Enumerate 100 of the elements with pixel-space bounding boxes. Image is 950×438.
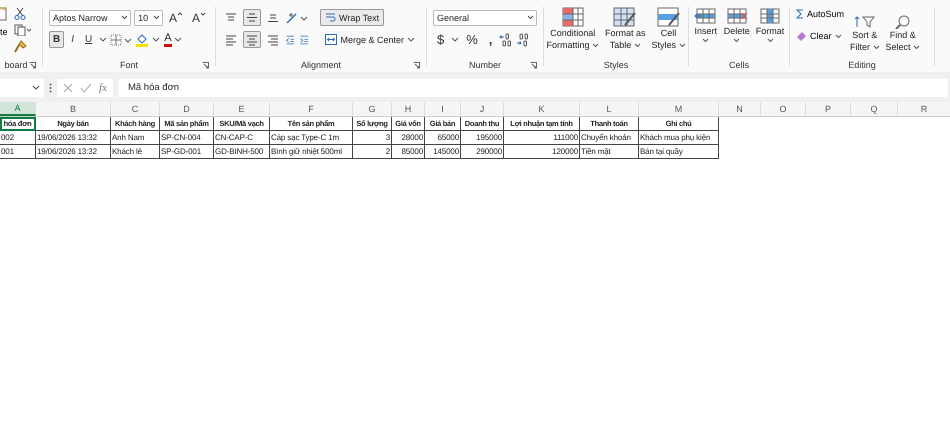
table-cell: SP-CN-004 xyxy=(160,131,214,145)
column-header[interactable]: N xyxy=(719,102,761,116)
caret-icon xyxy=(733,38,740,43)
caret-icon xyxy=(872,45,880,50)
group-label: Alignment xyxy=(300,60,342,70)
table-brush-icon xyxy=(613,7,638,27)
table-icon xyxy=(758,7,782,25)
insert-button[interactable]: Insert xyxy=(692,7,720,58)
format-button[interactable]: Format xyxy=(754,7,786,58)
dialog-launcher-icon[interactable] xyxy=(530,62,537,69)
caret-icon[interactable] xyxy=(451,36,460,42)
column-header[interactable]: A xyxy=(0,102,36,116)
table-styles-button[interactable]: Format as Table xyxy=(603,7,648,58)
font-size-dropdown[interactable]: 10 xyxy=(134,10,163,26)
table-cell: Khách mua phụ kiện xyxy=(639,131,719,145)
increase-font-size-button[interactable]: A xyxy=(166,9,186,26)
format-button[interactable]: U xyxy=(81,31,96,48)
formula-field[interactable]: Mã hóa đơn xyxy=(118,78,948,96)
caret-icon xyxy=(407,36,415,42)
comma-style-button[interactable]: , xyxy=(484,31,496,48)
wrap-text-button[interactable]: Wrap Text xyxy=(320,9,384,26)
caret-icon xyxy=(200,12,206,16)
table-cell: GD-BINH-500 xyxy=(214,145,270,159)
column-header[interactable]: I xyxy=(425,102,461,116)
column-header[interactable]: L xyxy=(580,102,639,116)
find-select-button[interactable]: Find & Select xyxy=(884,7,922,58)
decrease-font-size-button[interactable]: A xyxy=(188,9,209,26)
column-header[interactable]: R xyxy=(898,102,950,116)
currency-button[interactable]: $ xyxy=(433,31,448,48)
caret-icon xyxy=(834,34,842,38)
insert-function-button[interactable]: fx xyxy=(99,82,107,94)
format-painter-icon[interactable] xyxy=(14,40,27,53)
caret-icon[interactable] xyxy=(99,36,108,42)
table-icon xyxy=(694,7,718,25)
group-label: Editing xyxy=(848,60,876,70)
column-header[interactable]: Q xyxy=(851,102,898,116)
font-color-button[interactable]: A xyxy=(164,32,182,46)
column-header[interactable]: F xyxy=(270,102,353,116)
column-header[interactable]: G xyxy=(353,102,392,116)
search-icon xyxy=(894,15,912,29)
table-cell: Khách lẻ xyxy=(111,145,160,159)
table-cell: 145000 xyxy=(425,145,461,159)
column-header[interactable]: C xyxy=(111,102,160,116)
column-header[interactable]: O xyxy=(761,102,806,116)
center-align-button[interactable] xyxy=(243,31,261,48)
merge-icon xyxy=(325,34,338,45)
font-name-dropdown[interactable]: Aptos Narrow xyxy=(49,10,132,26)
borders-icon[interactable] xyxy=(110,34,132,46)
table-cell: Bình giữ nhiệt 500ml xyxy=(270,145,353,159)
table-cell: 85000 xyxy=(392,145,425,159)
decrease-decimal-icon[interactable] xyxy=(516,32,530,46)
dialog-launcher-icon[interactable] xyxy=(29,62,36,69)
scissors-icon[interactable] xyxy=(14,7,26,20)
table-cell: 19/06/2026 13:32 xyxy=(36,131,111,145)
table-cell: Tiền mặt xyxy=(580,145,639,159)
caret-icon xyxy=(152,15,160,20)
paste-button[interactable]: te xyxy=(0,7,10,58)
copy-icon[interactable] xyxy=(14,24,32,36)
up-caret-icon xyxy=(176,12,183,16)
caret-icon xyxy=(766,38,774,43)
merge-center-button[interactable]: Merge & Center xyxy=(320,31,420,48)
caret-icon xyxy=(634,43,641,48)
caret-icon xyxy=(913,45,920,50)
conditional-styles-button[interactable]: Conditional Formatting xyxy=(544,7,601,58)
format-button[interactable]: B xyxy=(49,31,64,48)
cell-styles-button[interactable]: Cell Styles xyxy=(650,7,688,58)
eraser-icon xyxy=(796,31,807,41)
caret-icon xyxy=(527,15,534,20)
group-label: Number xyxy=(468,60,501,70)
column-header[interactable]: H xyxy=(392,102,425,116)
column-header[interactable]: P xyxy=(806,102,851,116)
column-header[interactable]: B xyxy=(36,102,111,116)
caret-icon xyxy=(32,84,40,90)
dialog-launcher-icon[interactable] xyxy=(202,62,209,69)
table-cell: Chuyển khoản xyxy=(580,131,639,145)
sort-filter-icon xyxy=(854,15,876,29)
autosum-button[interactable]: AutoSum xyxy=(794,9,846,19)
increase-decimal-icon[interactable] xyxy=(499,32,514,46)
table-cell: 120000 xyxy=(504,145,580,159)
column-header[interactable]: J xyxy=(461,102,504,116)
number-format-dropdown[interactable]: General xyxy=(433,10,537,26)
table-cell: 65000 xyxy=(425,131,461,145)
table-icon xyxy=(724,7,749,25)
column-header[interactable]: M xyxy=(639,102,719,116)
caret-icon xyxy=(702,38,710,43)
table-cell: SP-GD-001 xyxy=(160,145,214,159)
column-header[interactable]: D xyxy=(160,102,214,116)
percent-button[interactable]: % xyxy=(462,31,482,48)
format-button[interactable]: I xyxy=(67,31,78,48)
column-header[interactable]: K xyxy=(504,102,580,116)
fill-color-icon[interactable] xyxy=(135,32,162,46)
sort-filter-button[interactable]: Sort & Filter xyxy=(848,7,882,58)
orientation-icon[interactable] xyxy=(285,10,309,24)
column-header[interactable]: E xyxy=(214,102,270,116)
delete-button[interactable]: Delete xyxy=(722,7,752,58)
table-cell: Bán tại quầy xyxy=(639,145,719,159)
clear-button[interactable]: Clear xyxy=(794,31,846,41)
dialog-launcher-icon[interactable] xyxy=(413,62,420,69)
group-label: Font xyxy=(120,60,138,70)
middle-align-button[interactable] xyxy=(243,9,261,26)
